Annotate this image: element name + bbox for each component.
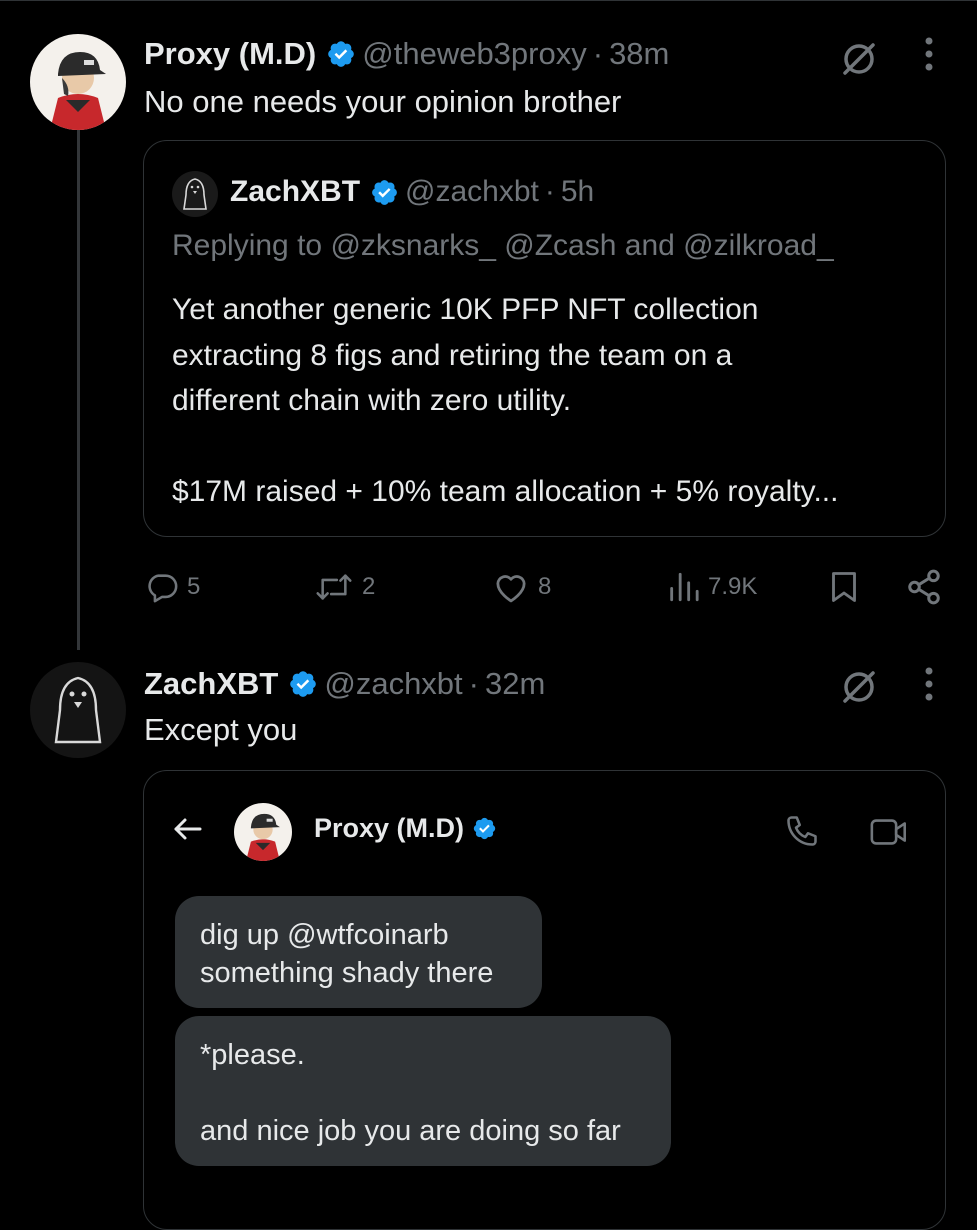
reply-bubble-icon [148, 574, 178, 603]
dm-message-line: dig up @wtfcoinarb [200, 919, 449, 951]
quote-body-line: Yet another generic 10K PFP NFT collecti… [172, 293, 759, 326]
bookmark-icon [832, 572, 856, 602]
dm-message-line [200, 1074, 646, 1112]
video-camera-icon [870, 819, 906, 845]
replying-to-line: Replying to @zksnarks_ @Zcash and @zilkr… [172, 229, 834, 263]
tweet1-timestamp[interactable]: 38m [609, 36, 669, 72]
views-bars-icon [670, 572, 699, 602]
repost-count: 2 [362, 573, 376, 600]
tweet1-separator: · [592, 36, 604, 71]
dm-back-button[interactable] [170, 811, 206, 852]
tweet2-handle[interactable]: @zachxbt [324, 666, 462, 702]
views-count: 7.9K [708, 573, 758, 600]
like-button[interactable]: 8 [492, 562, 551, 612]
dm-message-line: and nice job you are doing so far [200, 1115, 621, 1147]
verified-badge-icon [290, 671, 317, 697]
share-icon [908, 569, 940, 605]
verified-badge-icon [372, 179, 397, 205]
reply-button[interactable]: 5 [145, 562, 200, 612]
dm-contact-header: Proxy (M.D) [314, 813, 503, 844]
tweet2-separator: · [468, 666, 479, 701]
tweet2-author-name[interactable]: ZachXBT [144, 666, 278, 702]
quote-handle[interactable]: @zachxbt [405, 175, 539, 209]
quote-separator: · [544, 175, 555, 208]
proxy-avatar[interactable] [30, 34, 126, 130]
dm-message-line: *please. [200, 1039, 305, 1071]
tweet1-author-name[interactable]: Proxy (M.D) [144, 36, 316, 72]
tweet1-handle[interactable]: @theweb3proxy [362, 36, 586, 72]
quote-body-line: $17M raised + 10% team allocation + 5% r… [172, 475, 839, 508]
tweet1-more-button[interactable] [914, 36, 944, 72]
quoted-tweet-card[interactable]: ZachXBT @zachxbt · 5h Replying to @zksna… [143, 140, 946, 537]
dm-contact-avatar[interactable] [234, 803, 292, 861]
share-button[interactable] [905, 562, 951, 612]
top-divider [0, 0, 977, 5]
more-vertical-icon [925, 667, 933, 701]
tweet2-text: Except you [144, 712, 298, 747]
dm-contact-name[interactable]: Proxy (M.D) [314, 813, 464, 844]
repost-button[interactable]: 2 [314, 562, 375, 612]
verified-badge-icon [328, 41, 355, 67]
dm-call-button[interactable] [784, 813, 820, 854]
tweet2-more-button[interactable] [914, 666, 944, 702]
tweet1-action-bar: 5 2 8 7.9K [0, 562, 977, 612]
quote-body-line: different chain with zero utility. [172, 384, 572, 417]
quote-body-line [172, 424, 838, 470]
heart-icon [496, 575, 526, 603]
quote-author-name[interactable]: ZachXBT [230, 175, 360, 209]
penguin-avatar-icon [172, 171, 218, 217]
proxy-avatar-icon [30, 34, 126, 130]
tweet1-grok-button[interactable] [836, 36, 882, 82]
like-count: 8 [538, 573, 552, 600]
tweet1-text: No one needs your opinion brother [144, 84, 622, 119]
tweet1-header: Proxy (M.D) @theweb3proxy · 38m [144, 36, 669, 72]
dm-message-bubble: *please. and nice job you are doing so f… [175, 1016, 671, 1166]
grok-slash-circle-icon [843, 43, 875, 75]
quote-timestamp[interactable]: 5h [561, 175, 594, 209]
phone-icon [787, 816, 817, 846]
quote-body: Yet another generic 10K PFP NFT collecti… [172, 287, 838, 515]
grok-slash-circle-icon [843, 671, 875, 703]
dm-video-button[interactable] [869, 815, 909, 854]
reply-count: 5 [187, 573, 201, 600]
tweet2-header: ZachXBT @zachxbt · 32m [144, 666, 545, 702]
quote-header: ZachXBT @zachxbt · 5h [230, 175, 594, 209]
replying-to-mentions[interactable]: @zksnarks_ @Zcash and @zilkroad_ [330, 229, 833, 262]
bookmark-button[interactable] [826, 562, 870, 612]
more-vertical-icon [925, 37, 933, 71]
quote-body-line: extracting 8 figs and retiring the team … [172, 338, 733, 372]
tweet2-grok-button[interactable] [836, 664, 882, 710]
views-button[interactable]: 7.9K [666, 562, 757, 612]
tweet2-timestamp[interactable]: 32m [485, 666, 545, 702]
dm-screenshot-card[interactable]: Proxy (M.D) dig up @wtfcoinarb something… [143, 770, 946, 1230]
verified-badge-icon [473, 817, 496, 840]
replying-to-prefix: Replying to [172, 229, 323, 262]
dm-message-bubble: dig up @wtfcoinarb something shady there [175, 896, 542, 1008]
repost-icon [316, 574, 352, 600]
zachxbt-quote-avatar [172, 171, 218, 217]
dm-message-line: something shady there [200, 957, 494, 989]
penguin-avatar-icon [30, 662, 126, 758]
arrow-left-icon [174, 818, 202, 840]
proxy-avatar-icon [234, 803, 292, 861]
zachxbt-avatar[interactable] [30, 662, 126, 758]
